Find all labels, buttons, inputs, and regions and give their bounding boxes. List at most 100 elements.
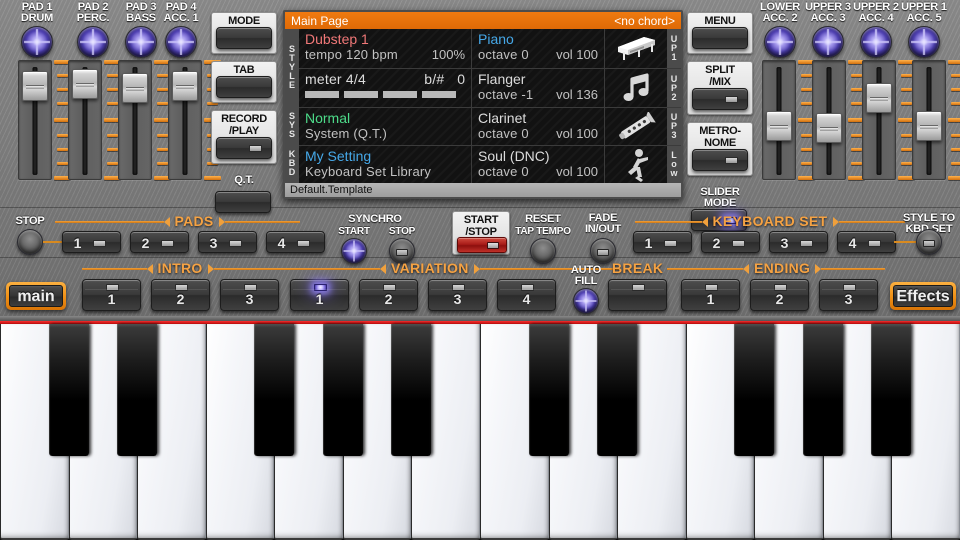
fader-tick — [801, 148, 812, 151]
fader-handle[interactable] — [916, 111, 942, 141]
black-key[interactable] — [529, 324, 569, 456]
intro-1[interactable]: 1 — [82, 279, 141, 311]
main-button[interactable]: main — [6, 282, 66, 310]
track-cell-up3[interactable]: Clarinet octave 0 vol 100 — [472, 108, 605, 145]
acc-button-1[interactable] — [764, 26, 796, 58]
acc-button-4[interactable] — [908, 26, 940, 58]
ending-rail-arrow-left — [743, 264, 749, 274]
ending-2[interactable]: 2 — [750, 279, 809, 311]
fader-handle[interactable] — [172, 71, 198, 101]
right-fader-3[interactable] — [862, 60, 896, 180]
black-key[interactable] — [803, 324, 843, 456]
style-to-kbd-button[interactable] — [916, 229, 942, 255]
acc-button-3[interactable] — [860, 26, 892, 58]
keyboard-set-3[interactable]: 3 — [769, 231, 828, 253]
break-button[interactable] — [608, 279, 667, 311]
right-btn-1-button[interactable] — [692, 27, 748, 49]
left-fader-4[interactable] — [168, 60, 202, 180]
style-tempo-percent: 100% — [432, 47, 465, 62]
gutter-kbd: KBD — [285, 145, 299, 184]
black-key[interactable] — [117, 324, 157, 456]
style-meter-cell[interactable]: meter 4/4 b/# 0 — [299, 69, 472, 108]
right-btn-2-button[interactable] — [692, 88, 748, 110]
stop-button[interactable] — [17, 229, 43, 255]
fader-tick — [107, 102, 118, 105]
ending-3[interactable]: 3 — [819, 279, 878, 311]
black-key[interactable] — [323, 324, 363, 456]
kbd-cell[interactable]: My Setting Keyboard Set Library — [299, 146, 472, 183]
fader-handle[interactable] — [22, 71, 48, 101]
pad-button-3[interactable] — [125, 26, 157, 58]
track-cell-up1[interactable]: Piano octave 0 vol 100 — [472, 29, 605, 68]
piano-keyboard[interactable] — [0, 316, 960, 540]
fader-handle[interactable] — [122, 73, 148, 103]
variation-3[interactable]: 3 — [428, 279, 487, 311]
lcd-display[interactable]: Main Page <no chord> STYLE SYS KBD Dubst… — [283, 10, 683, 199]
black-key[interactable] — [49, 324, 89, 456]
fader-handle[interactable] — [766, 111, 792, 141]
fader-handle[interactable] — [72, 69, 98, 99]
pad-button-1[interactable] — [21, 26, 53, 58]
black-key[interactable] — [391, 324, 431, 456]
fader-tick — [901, 74, 912, 77]
start-stop-button[interactable] — [457, 237, 507, 253]
dancer-icon — [605, 146, 667, 183]
keyboard-set-2[interactable]: 2 — [701, 231, 760, 253]
sys-cell[interactable]: Normal System (Q.T.) — [299, 108, 472, 145]
left-fader-2[interactable] — [68, 60, 102, 180]
pad-select-2[interactable]: 2 — [130, 231, 189, 253]
right-btn-3-button[interactable] — [692, 149, 748, 171]
right-fader-1[interactable] — [762, 60, 796, 180]
variation-1[interactable]: 1 — [290, 279, 349, 311]
ending-3-label: 3 — [820, 291, 877, 307]
acc-button-2[interactable] — [812, 26, 844, 58]
style-name-cell[interactable]: Dubstep 1 tempo 120 bpm 100% — [299, 29, 472, 68]
synchro-start-button[interactable] — [341, 238, 367, 264]
fader-tick — [851, 148, 862, 151]
gutter-sys: SYS — [285, 106, 299, 145]
pad-select-4[interactable]: 4 — [266, 231, 325, 253]
pad-button-4[interactable] — [165, 26, 197, 58]
left-btn-4-button[interactable] — [215, 191, 271, 213]
button-divider — [362, 289, 415, 290]
right-fader-2[interactable] — [812, 60, 846, 180]
tap-tempo-button[interactable] — [530, 238, 556, 264]
left-fader-3[interactable] — [118, 60, 152, 180]
pad-select-3[interactable]: 3 — [198, 231, 257, 253]
fader-tick — [107, 148, 118, 151]
right-fader-4[interactable] — [912, 60, 946, 180]
black-key[interactable] — [734, 324, 774, 456]
track-volume-up1: vol 100 — [556, 47, 598, 62]
ending-2-label: 2 — [751, 291, 808, 307]
pad-button-2[interactable] — [77, 26, 109, 58]
left-btn-1-button[interactable] — [216, 27, 272, 49]
gutter-up2: UP2 — [667, 69, 681, 108]
fader-handle[interactable] — [816, 113, 842, 143]
black-key[interactable] — [597, 324, 637, 456]
pad-select-1[interactable]: 1 — [62, 231, 121, 253]
left-btn-1-panel: MODE — [211, 12, 277, 54]
effects-button[interactable]: Effects — [890, 282, 956, 310]
pad-label-4: PAD 4 ACC. 1 — [155, 2, 207, 24]
intro-2[interactable]: 2 — [151, 279, 210, 311]
keyboard-set-4[interactable]: 4 — [837, 231, 896, 253]
variation-2[interactable]: 2 — [359, 279, 418, 311]
black-key[interactable] — [871, 324, 911, 456]
left-btn-2-panel: TAB — [211, 61, 277, 103]
fader-handle[interactable] — [866, 83, 892, 113]
left-btn-3-button[interactable] — [216, 137, 272, 159]
intro-3[interactable]: 3 — [220, 279, 279, 311]
fader-tick — [901, 134, 912, 137]
track-cell-up2[interactable]: Flanger octave -1 vol 136 — [472, 69, 605, 108]
left-btn-2-button[interactable] — [216, 76, 272, 98]
keyboard-set-1[interactable]: 1 — [633, 231, 692, 253]
ending-1[interactable]: 1 — [681, 279, 740, 311]
track-cell-low[interactable]: Soul (DNC) octave 0 vol 100 — [472, 146, 605, 183]
black-key[interactable] — [254, 324, 294, 456]
left-fader-1[interactable] — [18, 60, 52, 180]
fader-tick — [901, 102, 912, 105]
keyboard-set-1-indicator — [664, 240, 677, 247]
auto-fill-button[interactable] — [573, 288, 599, 314]
fade-label: FADE IN/OUT — [575, 213, 631, 235]
variation-4[interactable]: 4 — [497, 279, 556, 311]
